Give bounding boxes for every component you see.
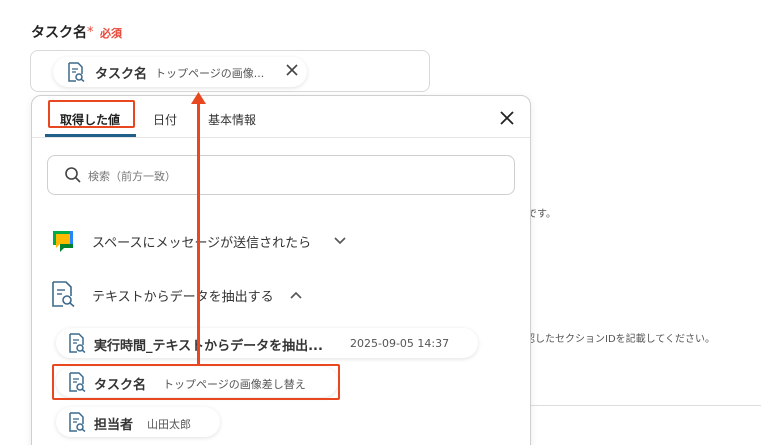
chevron-up-icon[interactable] [290, 291, 302, 299]
required-mark: * [87, 25, 94, 40]
divider [530, 405, 761, 406]
highlight-box-item [52, 364, 340, 400]
document-search-icon [52, 281, 75, 307]
divider [32, 137, 530, 138]
field-label: タスク名 [31, 25, 87, 41]
tab-basic-info[interactable]: 基本情報 [208, 111, 256, 128]
group-label-chat[interactable]: スペースにメッセージが送信されたら [92, 232, 311, 251]
google-chat-icon [53, 231, 73, 252]
item-value: 2025-09-05 14:37 [350, 337, 450, 350]
chip-name: タスク名 [95, 67, 148, 82]
search-icon [65, 167, 81, 183]
close-icon[interactable] [285, 63, 299, 77]
close-icon[interactable] [499, 110, 515, 126]
background-help-text: です。 [527, 209, 556, 220]
item-value: 山田太郎 [147, 418, 191, 431]
highlight-box-tab [48, 100, 135, 128]
document-search-icon [69, 412, 86, 432]
annotation-arrow [197, 101, 200, 365]
item-name: 担当者 [94, 418, 134, 433]
item-name: 実行時間_テキストからデータを抽出... [94, 339, 323, 354]
chip-value: トップページの画像... [155, 67, 265, 80]
tab-date[interactable]: 日付 [153, 111, 177, 128]
chevron-down-icon[interactable] [334, 237, 346, 245]
document-search-icon [69, 333, 86, 353]
arrow-up-icon [191, 92, 206, 104]
required-text: 必須 [100, 27, 122, 40]
background-help-text: 認したセクションIDを記載してください。 [525, 334, 716, 345]
document-search-icon [68, 62, 85, 82]
group-label-extract[interactable]: テキストからデータを抽出する [92, 286, 274, 305]
search-placeholder: 検索（前方一致） [88, 170, 176, 183]
